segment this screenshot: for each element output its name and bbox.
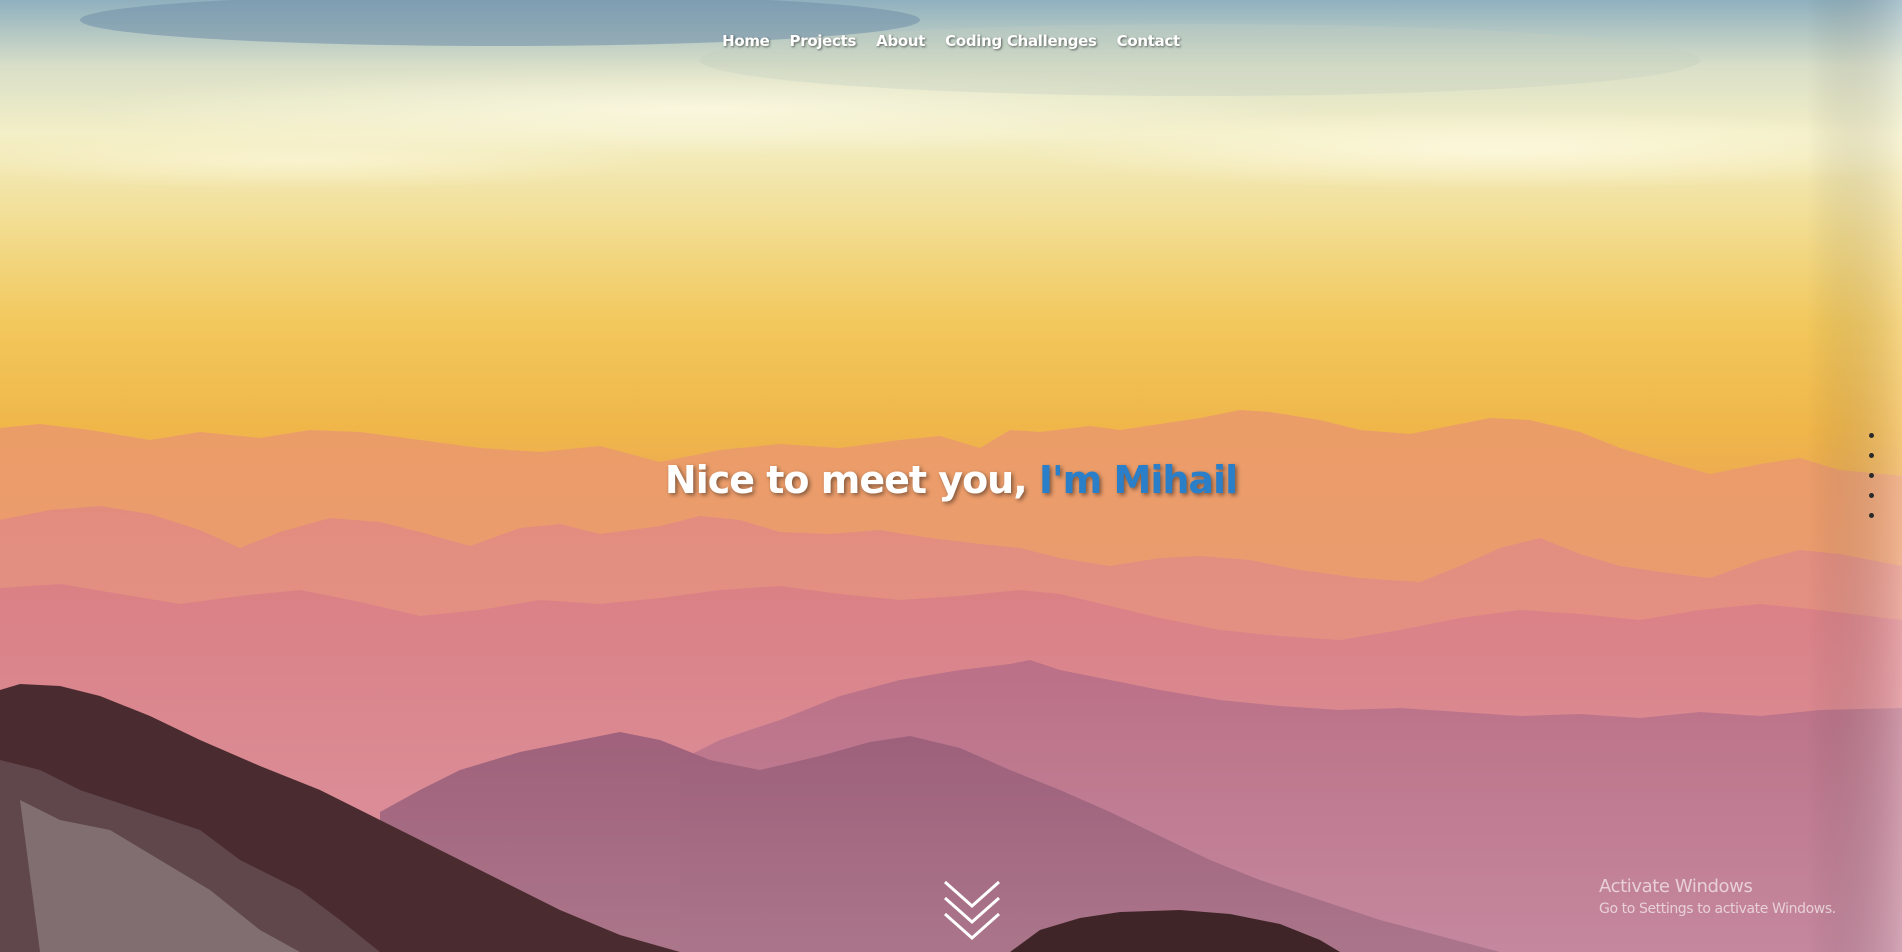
nav-link-projects[interactable]: Projects	[780, 30, 867, 52]
nav-item-home: Home	[712, 30, 779, 52]
nav-item-coding-challenges: Coding Challenges	[935, 30, 1107, 52]
main-navigation: Home Projects About Coding Challenges Co…	[0, 30, 1902, 52]
nav-list: Home Projects About Coding Challenges Co…	[712, 30, 1190, 52]
nav-item-contact: Contact	[1107, 30, 1190, 52]
nav-item-projects: Projects	[780, 30, 867, 52]
section-dot-3[interactable]	[1869, 473, 1874, 478]
watermark-subtitle: Go to Settings to activate Windows.	[1599, 901, 1836, 917]
activate-windows-watermark: Activate Windows Go to Settings to activ…	[1599, 876, 1836, 919]
scroll-down-button[interactable]	[943, 880, 1001, 948]
nav-item-about: About	[866, 30, 935, 52]
watermark-title: Activate Windows	[1599, 876, 1753, 897]
nav-link-home[interactable]: Home	[712, 30, 779, 52]
section-dot-1[interactable]	[1869, 433, 1874, 438]
hero-greeting: Nice to meet you,	[664, 458, 1039, 502]
nav-link-coding-challenges[interactable]: Coding Challenges	[935, 30, 1107, 52]
nav-link-contact[interactable]: Contact	[1107, 30, 1190, 52]
section-dots-navigation	[1869, 433, 1874, 518]
hero-name: I'm Mihail	[1038, 458, 1238, 502]
chevron-double-down-icon	[944, 880, 1000, 941]
section-dot-2[interactable]	[1869, 453, 1874, 458]
nav-link-about[interactable]: About	[866, 30, 935, 52]
page-viewport: Home Projects About Coding Challenges Co…	[0, 0, 1902, 952]
section-dot-4[interactable]	[1869, 493, 1874, 498]
hero-headline: Nice to meet you, I'm Mihail	[0, 458, 1902, 502]
section-dot-5[interactable]	[1869, 513, 1874, 518]
